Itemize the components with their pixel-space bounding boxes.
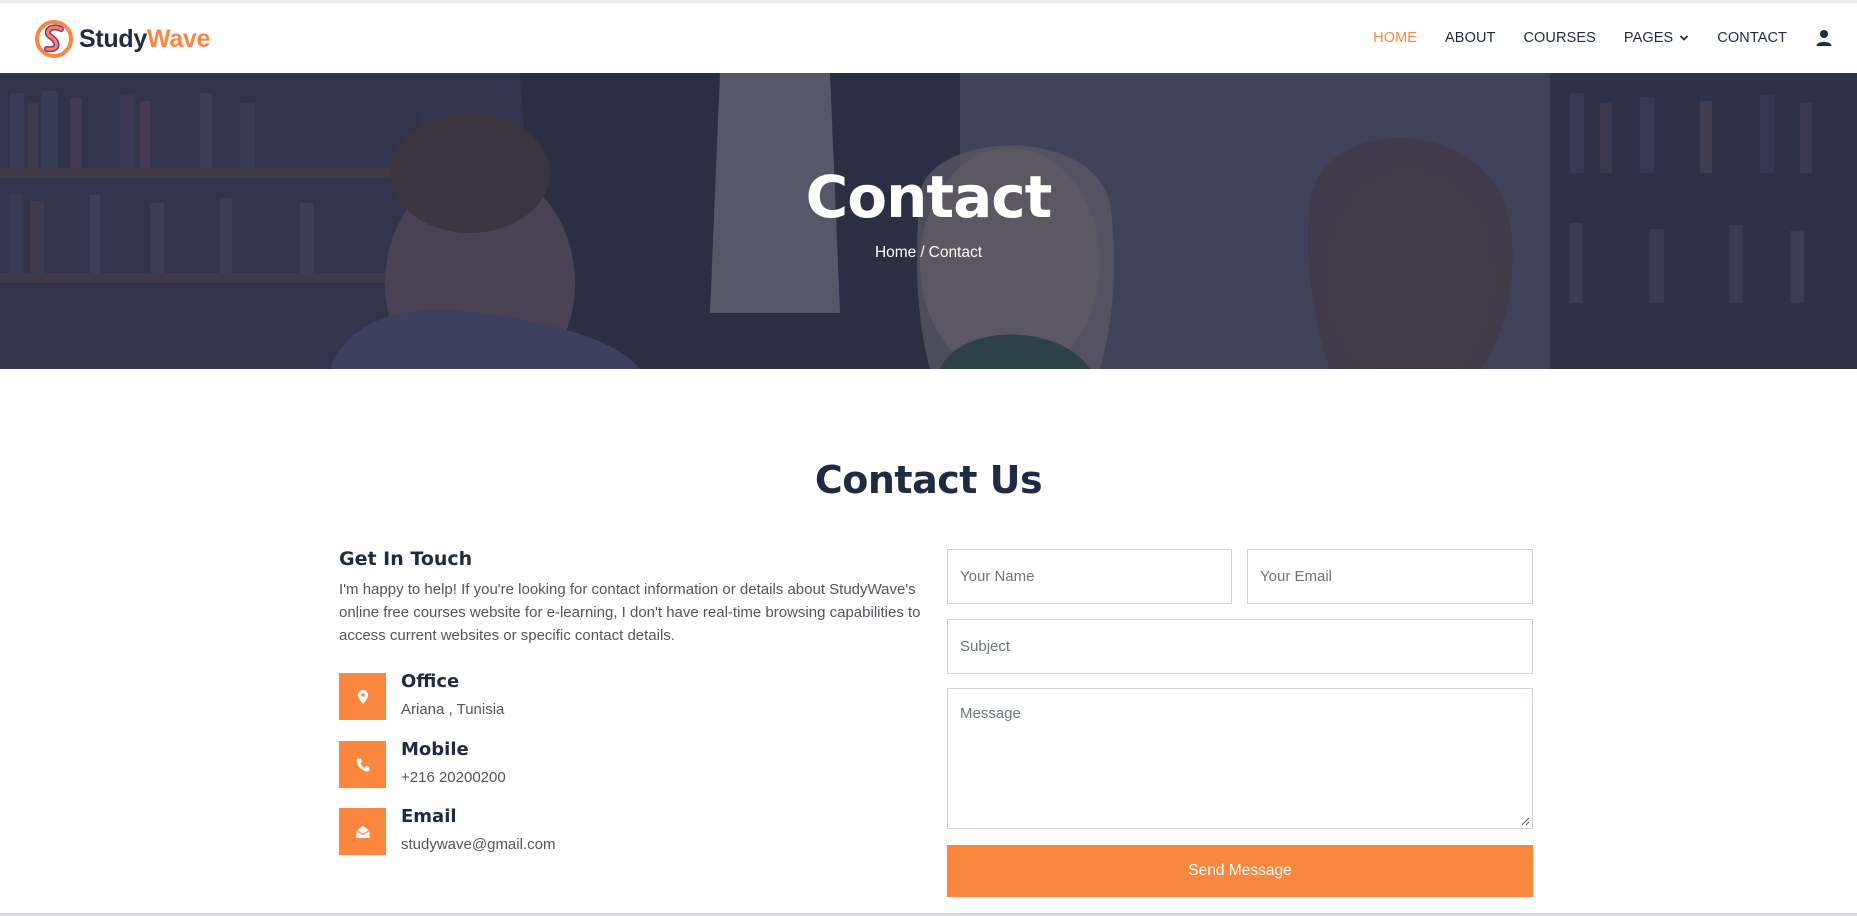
office-row: Office Ariana , Tunisia <box>339 671 505 720</box>
nav-courses[interactable]: COURSES <box>1523 30 1595 46</box>
mobile-label: Mobile <box>401 739 469 760</box>
navbar: StudyWave HOME ABOUT COURSES PAGES CONTA… <box>0 3 1857 73</box>
nav-pages-label: PAGES <box>1623 30 1674 46</box>
breadcrumb: Home / Contact <box>0 244 1857 262</box>
office-icon-box <box>339 673 386 720</box>
email-placeholder: Your Email <box>1260 568 1332 585</box>
breadcrumb-separator: / <box>920 244 925 261</box>
name-placeholder: Your Name <box>960 568 1035 585</box>
nav-about[interactable]: ABOUT <box>1445 30 1495 46</box>
mobile-value: +216 20200200 <box>401 769 506 786</box>
message-textarea[interactable]: Message <box>947 688 1533 829</box>
email-input[interactable]: Your Email <box>1247 549 1533 604</box>
studywave-logo-icon <box>35 20 73 58</box>
email-value: studywave@gmail.com <box>401 836 556 853</box>
send-message-button[interactable]: Send Message <box>947 845 1533 897</box>
brand-name-part1: Study <box>79 24 147 53</box>
nav-home[interactable]: HOME <box>1373 30 1417 46</box>
chevron-down-icon <box>1680 35 1689 41</box>
resize-handle-icon[interactable] <box>1520 816 1530 826</box>
get-in-touch-heading: Get In Touch <box>339 548 473 570</box>
subject-placeholder: Subject <box>960 638 1011 655</box>
main-nav: HOME ABOUT COURSES PAGES CONTACT <box>1345 3 1833 73</box>
user-icon[interactable] <box>1815 29 1833 47</box>
breadcrumb-home-link[interactable]: Home <box>875 244 916 261</box>
envelope-open-icon <box>355 825 370 838</box>
mobile-icon-box <box>339 741 386 788</box>
mobile-row: Mobile +216 20200200 <box>339 739 506 788</box>
brand-name-part2: Wave <box>146 24 211 53</box>
office-value: Ariana , Tunisia <box>401 701 505 718</box>
email-label: Email <box>401 806 457 827</box>
contact-info: Get In Touch I'm happy to help! If you'r… <box>339 548 924 855</box>
office-label: Office <box>401 671 460 692</box>
map-pin-icon <box>357 689 368 704</box>
section-title: Contact Us <box>814 458 1043 502</box>
brand-logo-link[interactable]: StudyWave <box>33 18 210 60</box>
name-input[interactable]: Your Name <box>947 549 1232 604</box>
brand-name: StudyWave <box>79 25 210 54</box>
nav-pages-dropdown[interactable]: PAGES <box>1624 30 1689 46</box>
page-title: Contact <box>805 163 1053 231</box>
email-icon-box <box>339 808 386 855</box>
nav-contact[interactable]: CONTACT <box>1717 30 1787 46</box>
message-placeholder: Message <box>960 705 1021 722</box>
phone-icon <box>356 758 369 771</box>
page-header-banner: Contact Home / Contact <box>0 73 1857 369</box>
subject-input[interactable]: Subject <box>947 619 1533 674</box>
contact-intro-text: I'm happy to help! If you're looking for… <box>339 581 921 644</box>
email-row: Email studywave@gmail.com <box>339 806 556 855</box>
breadcrumb-current: Contact <box>928 244 983 261</box>
